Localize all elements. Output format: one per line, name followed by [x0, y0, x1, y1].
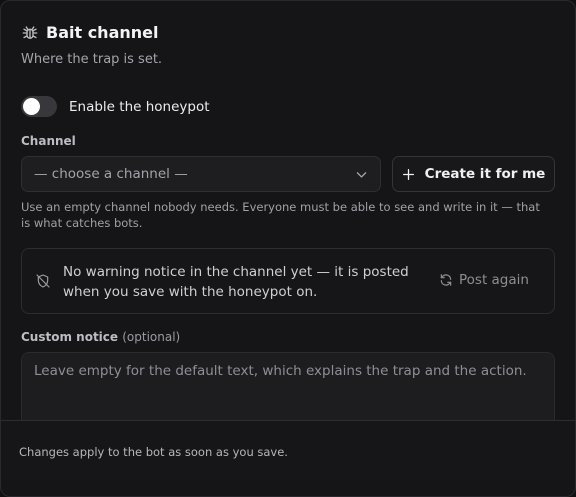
warning-notice-text: No warning notice in the channel yet — i… [63, 264, 409, 300]
post-again-label: Post again [459, 272, 529, 288]
save-footer: Changes apply to the bot as soon as you … [1, 420, 575, 481]
chevron-down-icon [356, 172, 367, 178]
channel-hint: Use an empty channel nobody needs. Every… [21, 200, 540, 230]
honeypot-toggle-label[interactable]: Enable the honeypot [69, 99, 210, 115]
bait-channel-card: Bait channel Where the trap is set. Enab… [0, 0, 576, 497]
plus-icon [402, 168, 414, 180]
section-header: Bait channel [21, 23, 158, 42]
custom-notice-placeholder: Leave empty for the default text, which … [34, 363, 527, 379]
channel-select[interactable]: — choose a channel — [21, 156, 381, 192]
custom-notice-label-text: Custom notice [21, 330, 119, 344]
post-again-button[interactable]: Post again [439, 272, 529, 288]
footer-text: Changes apply to the bot as soon as you … [19, 445, 288, 459]
toggle-knob [23, 98, 40, 115]
section-subtitle: Where the trap is set. [21, 52, 163, 67]
section-title: Bait channel [46, 23, 159, 42]
custom-notice-optional: (optional) [122, 330, 181, 344]
bug-icon [22, 25, 38, 39]
refresh-icon [440, 274, 452, 286]
shield-off-icon [36, 274, 50, 288]
custom-notice-label: Custom notice (optional) [21, 330, 180, 344]
channel-select-value: — choose a channel — [34, 166, 188, 182]
create-channel-button-label: Create it for me [424, 166, 546, 182]
warning-notice-box: No warning notice in the channel yet — i… [21, 248, 555, 314]
create-channel-button[interactable]: Create it for me [392, 156, 555, 192]
honeypot-toggle-row[interactable]: Enable the honeypot [21, 96, 210, 117]
channel-label: Channel [21, 134, 76, 148]
honeypot-toggle[interactable] [21, 96, 57, 117]
